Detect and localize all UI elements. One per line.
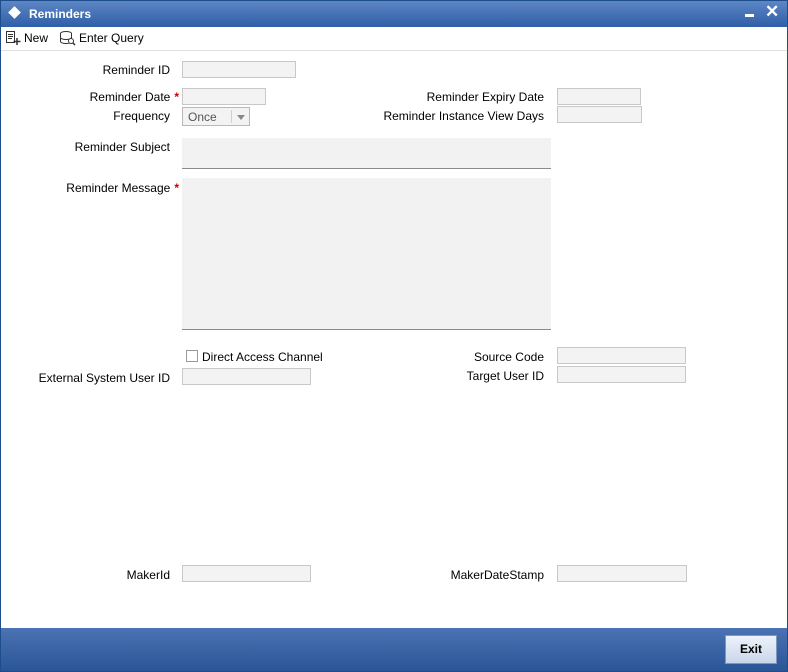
maker-date-stamp-field: [557, 565, 687, 582]
query-icon: [59, 30, 76, 46]
footer-bar: [1, 628, 787, 671]
reminder-instance-view-days-field[interactable]: [557, 106, 642, 123]
source-code-label: Source Code: [473, 350, 544, 364]
reminder-expiry-date-field[interactable]: [557, 88, 641, 105]
new-document-icon: [5, 30, 21, 46]
reminder-id-label: Reminder ID: [102, 63, 170, 77]
reminder-id-field[interactable]: [182, 61, 296, 78]
new-button[interactable]: New: [5, 29, 48, 47]
diamond-icon: [8, 6, 21, 19]
reminder-date-label-text: Reminder Date: [89, 90, 171, 104]
frequency-select[interactable]: Once: [182, 107, 250, 126]
frequency-selected-value: Once: [188, 110, 217, 124]
frequency-label: Frequency: [113, 109, 170, 123]
enter-query-button[interactable]: Enter Query: [59, 29, 144, 47]
maker-date-stamp-label: MakerDateStamp: [450, 568, 544, 582]
toolbar: New Enter Query: [1, 27, 787, 51]
exit-button[interactable]: Exit: [725, 635, 777, 664]
external-system-user-id-label: External System User ID: [38, 371, 170, 385]
reminder-subject-field[interactable]: [182, 138, 551, 169]
direct-access-channel-checkbox[interactable]: [186, 350, 198, 362]
target-user-id-label: Target User ID: [466, 369, 544, 383]
reminder-date-label: Reminder Date *: [90, 90, 179, 104]
maker-id-label: MakerId: [126, 568, 170, 582]
close-icon[interactable]: ✕: [765, 3, 779, 21]
select-divider: [231, 110, 232, 123]
reminder-instance-view-days-label: Reminder Instance View Days: [383, 109, 544, 123]
new-button-label: New: [24, 31, 49, 45]
window-title: Reminders: [29, 7, 92, 21]
required-marker: *: [174, 90, 179, 104]
reminder-message-label: Reminder Message *: [66, 181, 179, 195]
enter-query-label: Enter Query: [79, 31, 144, 45]
minimize-icon[interactable]: [745, 14, 754, 17]
reminders-window: Reminders ✕ New Enter Query Reminder ID …: [0, 0, 788, 672]
reminder-message-field[interactable]: [182, 178, 551, 330]
target-user-id-field[interactable]: [557, 366, 686, 383]
maker-id-field: [182, 565, 311, 582]
chevron-down-icon: [237, 115, 245, 120]
reminder-expiry-date-label: Reminder Expiry Date: [426, 90, 544, 104]
external-system-user-id-field[interactable]: [182, 368, 311, 385]
direct-access-channel-label: Direct Access Channel: [202, 350, 323, 364]
reminder-date-field[interactable]: [182, 88, 266, 105]
required-marker: *: [174, 181, 179, 195]
title-bar[interactable]: Reminders ✕: [1, 1, 787, 27]
reminder-message-label-text: Reminder Message: [66, 181, 171, 195]
source-code-field[interactable]: [557, 347, 686, 364]
reminder-subject-label: Reminder Subject: [74, 140, 170, 154]
